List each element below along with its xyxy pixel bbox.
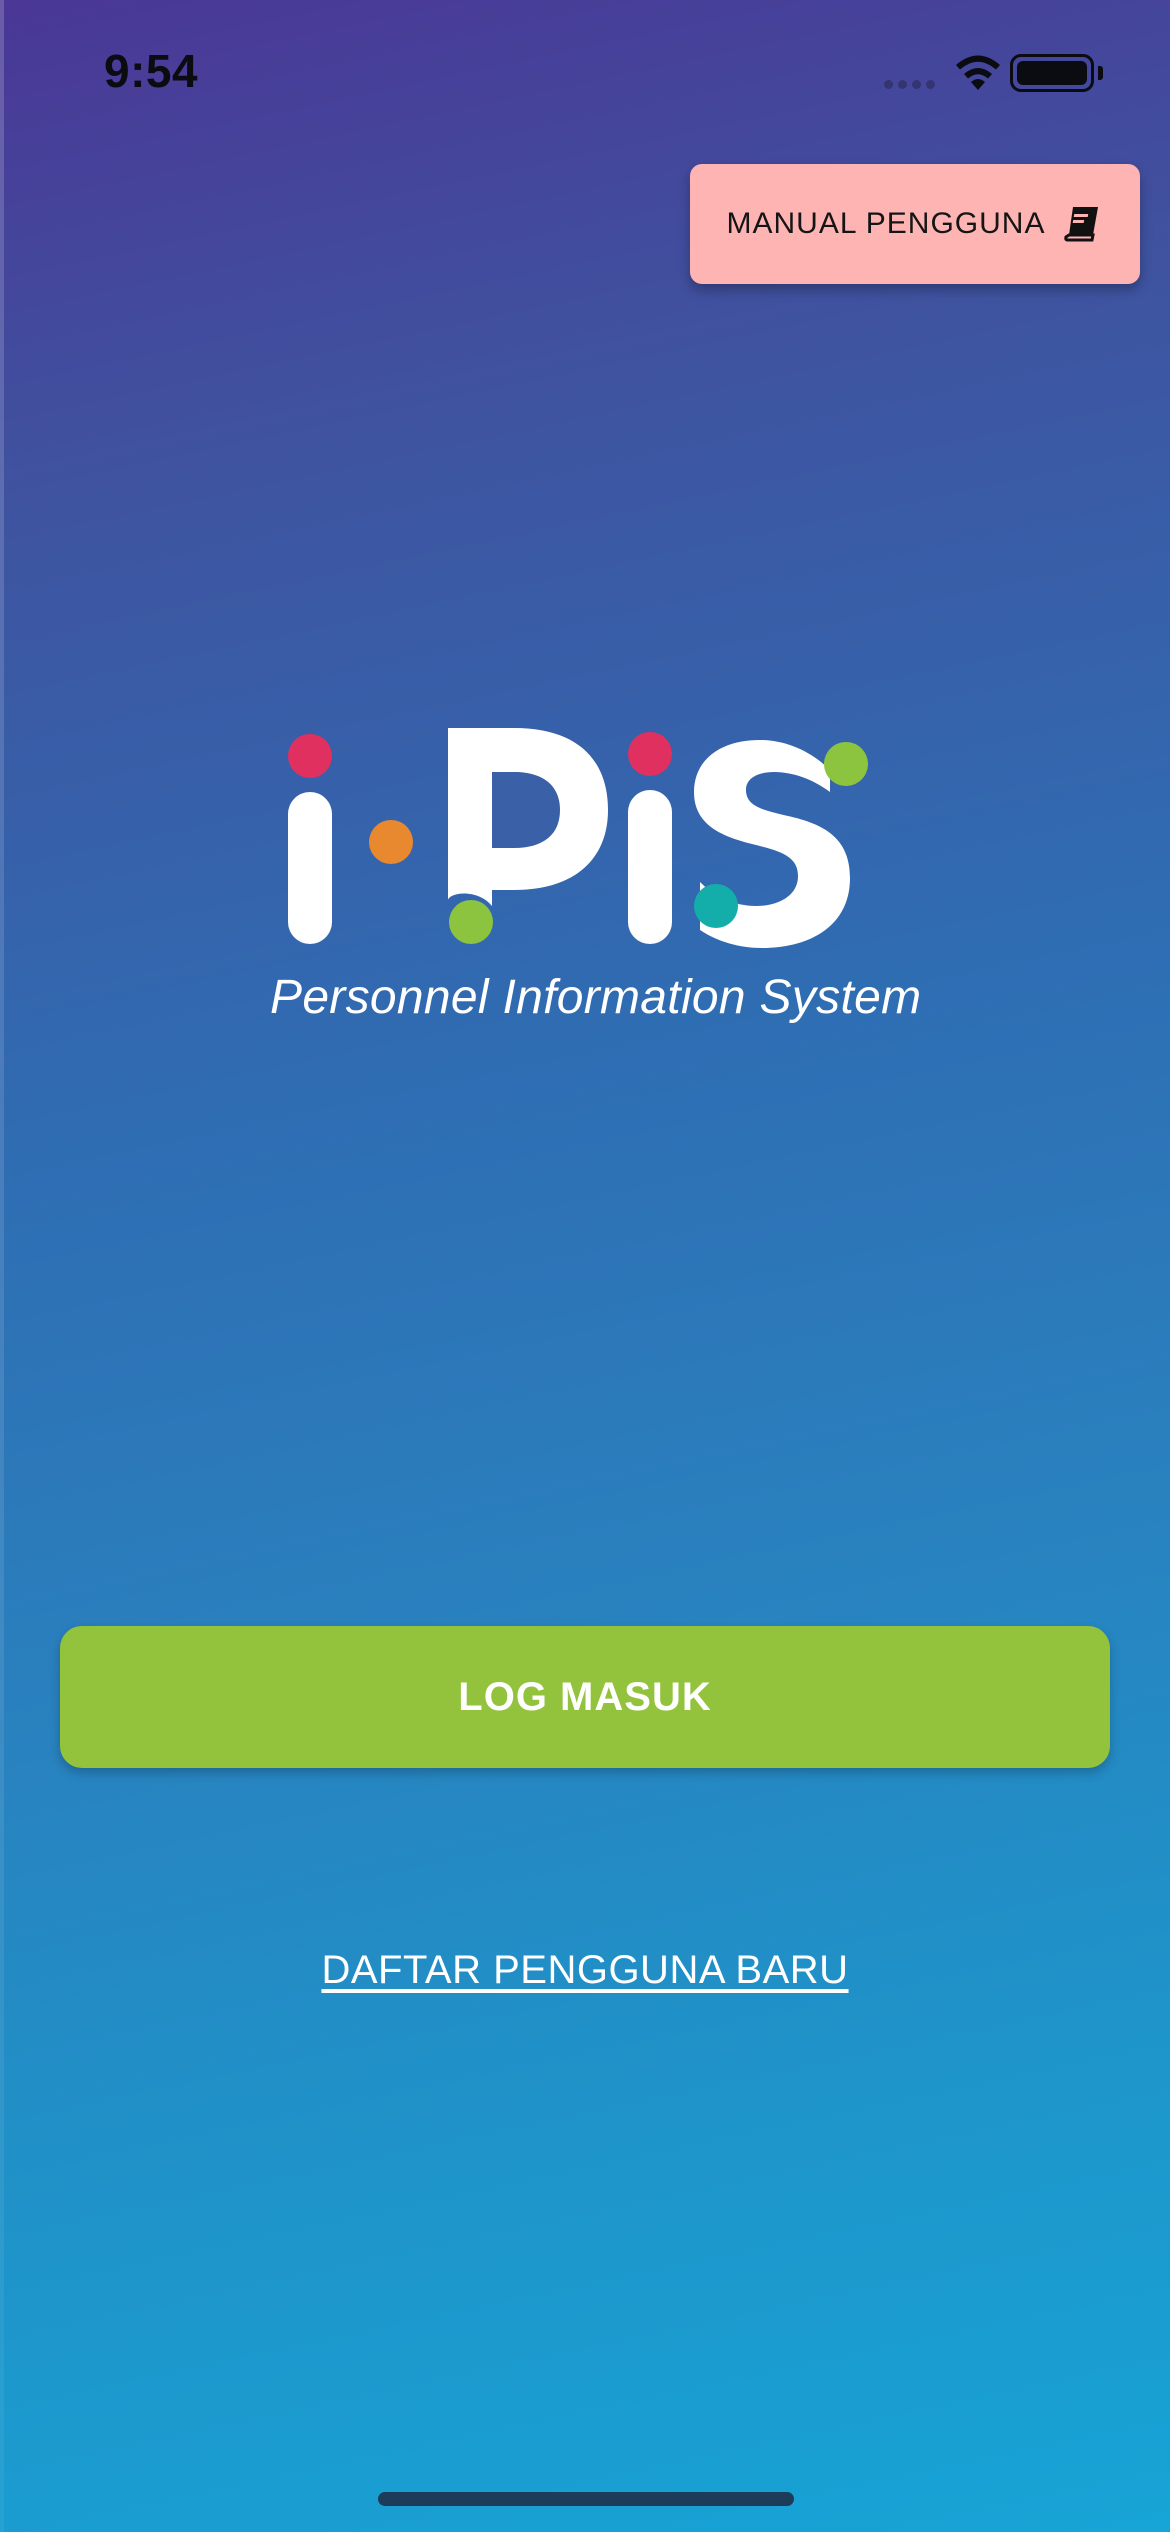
user-manual-button[interactable]: MANUAL PENGGUNA [690, 164, 1140, 284]
ipis-wordmark [288, 728, 868, 948]
ipis-logo: Personnel Information System [270, 720, 922, 1040]
book-icon [1064, 207, 1099, 242]
battery-icon [1010, 54, 1094, 92]
home-indicator[interactable] [378, 2492, 794, 2506]
wifi-icon [956, 55, 1000, 90]
login-button-label: LOG MASUK [458, 1674, 712, 1719]
status-time: 9:54 [104, 45, 199, 97]
logo-tagline: Personnel Information System [270, 971, 922, 1024]
user-manual-button-label: MANUAL PENGGUNA [726, 207, 1046, 240]
login-button[interactable]: LOG MASUK [60, 1626, 1110, 1768]
battery-cap [1098, 66, 1103, 80]
screen-edge [0, 0, 4, 2532]
cellular-signal-icon [884, 80, 935, 89]
status-icons [884, 52, 1114, 96]
register-new-user-link[interactable]: DAFTAR PENGGUNA BARU [0, 1948, 1170, 1993]
